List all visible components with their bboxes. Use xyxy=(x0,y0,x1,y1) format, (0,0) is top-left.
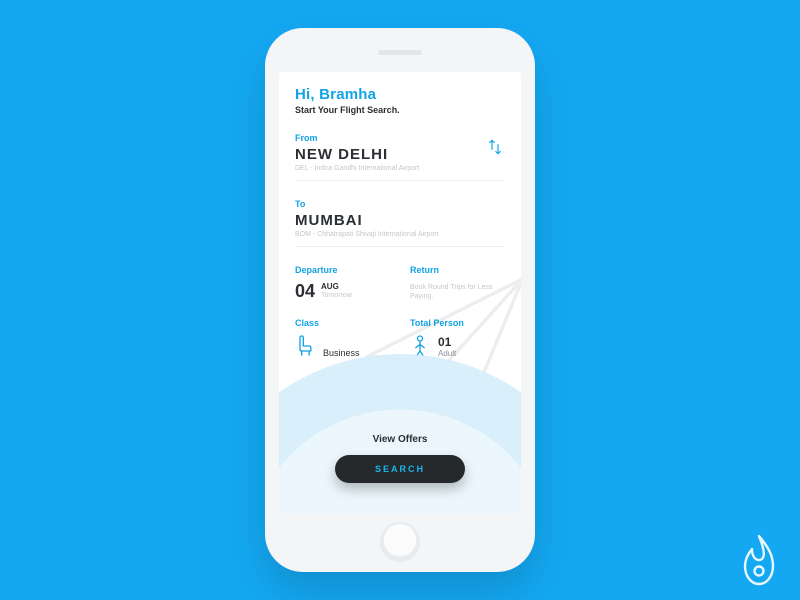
brand-logo xyxy=(738,534,780,586)
departure-relative: Tomorrow xyxy=(321,292,352,300)
persons-type: Adult xyxy=(438,349,456,358)
greeting: Hi, Bramha xyxy=(295,86,505,103)
class-field[interactable]: Class Business xyxy=(295,318,390,358)
return-field[interactable]: Return Book Round Trips for Less Paying. xyxy=(410,265,505,302)
persons-field[interactable]: Total Person 01 Adult xyxy=(410,318,505,358)
return-hint: Book Round Trips for Less Paying. xyxy=(410,283,500,301)
class-value: Business xyxy=(323,348,360,358)
phone-frame: Hi, Bramha Start Your Flight Search. Fro… xyxy=(265,28,535,572)
to-label: To xyxy=(295,199,505,209)
swap-vertical-icon xyxy=(486,138,504,156)
seat-icon xyxy=(295,334,315,358)
departure-label: Departure xyxy=(295,265,390,275)
divider xyxy=(295,180,505,181)
from-city[interactable]: NEW DELHI xyxy=(295,146,485,163)
from-label: From xyxy=(295,133,485,143)
class-label: Class xyxy=(295,318,390,328)
app-screen: Hi, Bramha Start Your Flight Search. Fro… xyxy=(279,72,521,514)
search-button[interactable]: SEARCH xyxy=(335,455,465,483)
swap-cities-button[interactable] xyxy=(485,137,505,157)
departure-day: 04 xyxy=(295,281,315,302)
persons-label: Total Person xyxy=(410,318,505,328)
to-airport: BOM - Chhatrapati Shivaji International … xyxy=(295,231,505,238)
view-offers-link[interactable]: View Offers xyxy=(373,434,428,445)
divider xyxy=(295,246,505,247)
departure-field[interactable]: Departure 04 AUG Tomorrow xyxy=(295,265,390,302)
persons-count: 01 xyxy=(438,335,456,349)
greeting-subtitle: Start Your Flight Search. xyxy=(295,105,505,115)
to-city[interactable]: MUMBAI xyxy=(295,212,505,229)
from-airport: DEL - Indira Gandhi International Airpor… xyxy=(295,165,485,172)
departure-month: AUG xyxy=(321,283,352,292)
home-button[interactable] xyxy=(380,522,420,562)
return-label: Return xyxy=(410,265,505,275)
